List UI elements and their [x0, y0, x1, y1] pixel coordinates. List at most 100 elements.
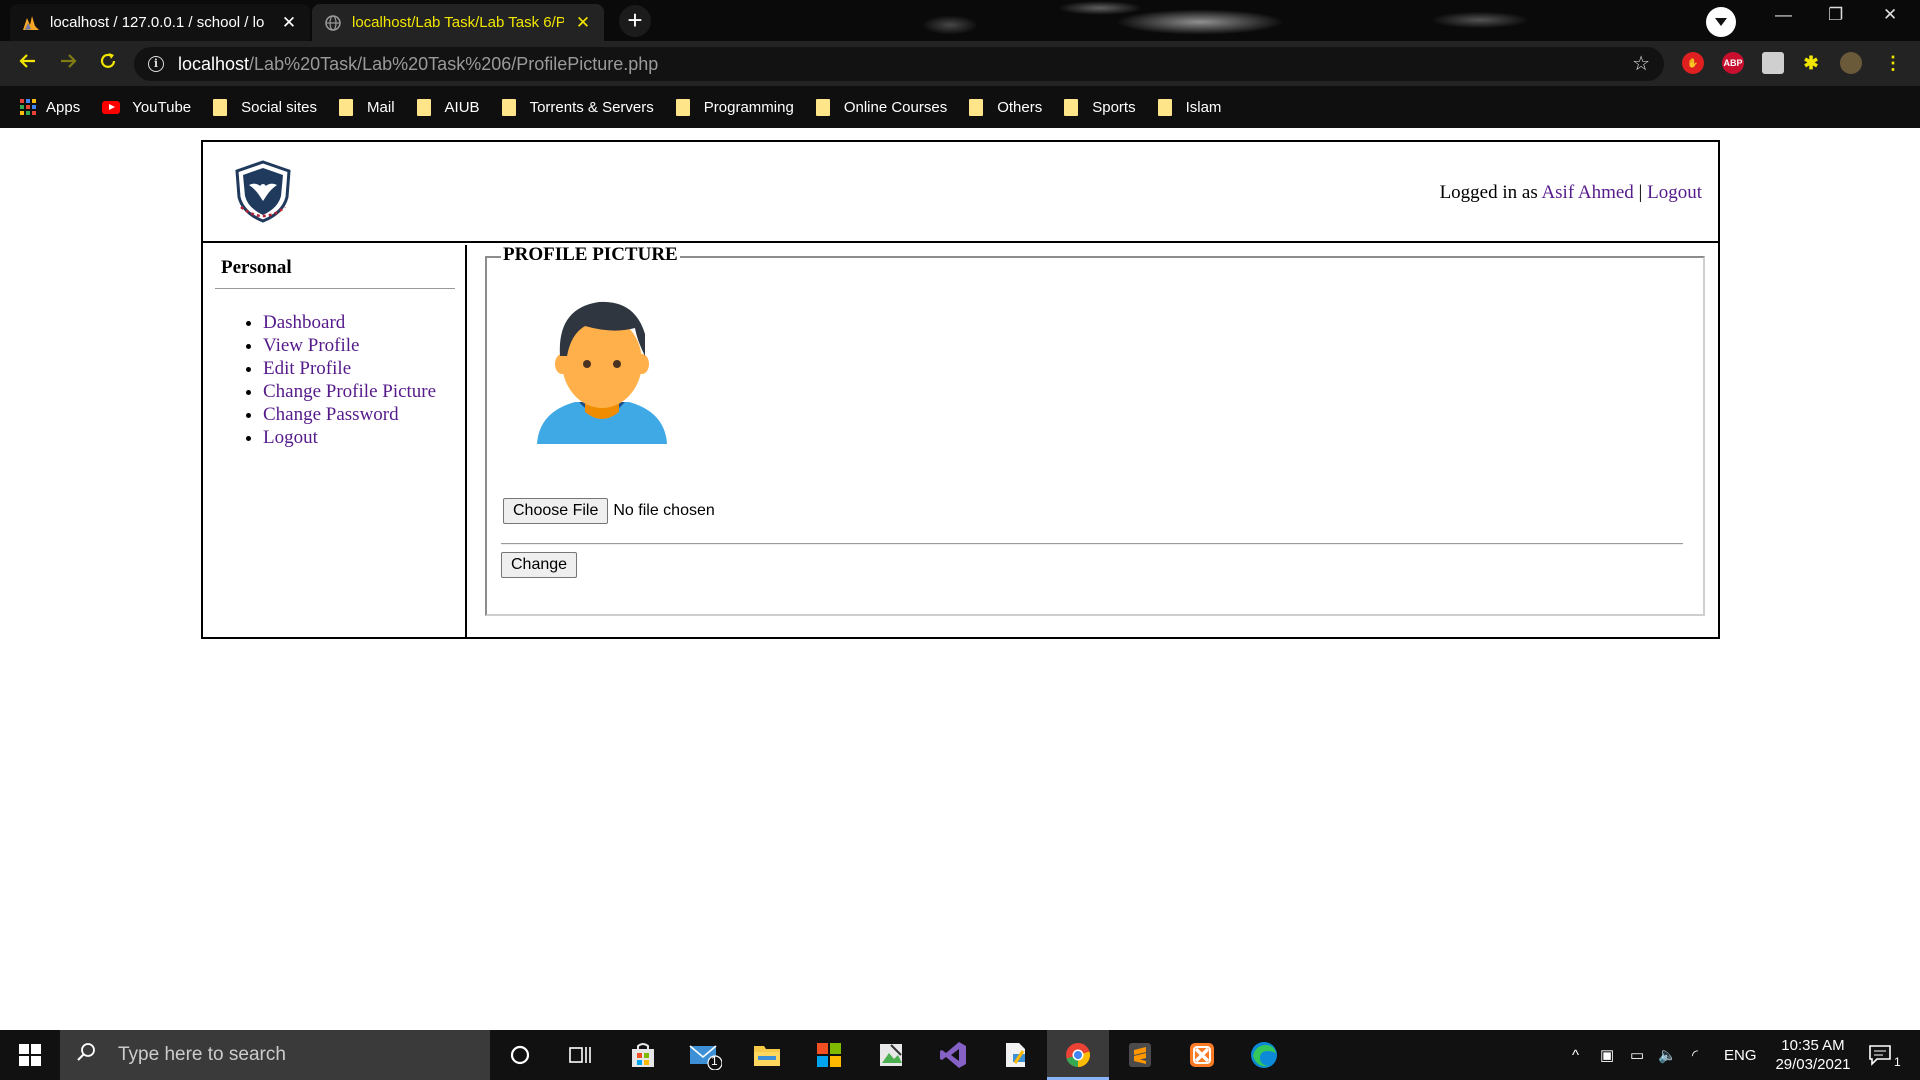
sidebar-link-change-profile-picture[interactable]: Change Profile Picture: [263, 381, 436, 402]
back-icon[interactable]: [14, 50, 42, 78]
bookmark-folder[interactable]: Social sites: [213, 98, 317, 116]
wifi-icon[interactable]: ◜: [1692, 1030, 1698, 1080]
sidebar-title: Personal: [221, 257, 292, 278]
profile-avatar-image: [535, 294, 669, 444]
bookmarks-bar: Apps YouTube Social sites Mail AIUB Torr…: [0, 86, 1920, 128]
cortana-icon[interactable]: [489, 1030, 551, 1080]
bookmark-folder[interactable]: Others: [969, 98, 1042, 116]
url-text: localhost/Lab%20Task/Lab%20Task%206/Prof…: [178, 53, 659, 74]
youtube-icon: [102, 100, 121, 114]
minimize-icon[interactable]: —: [1775, 5, 1792, 25]
info-icon[interactable]: i: [148, 56, 164, 72]
close-window-icon[interactable]: ✕: [1883, 5, 1897, 25]
folder-icon: [213, 98, 228, 116]
system-clock[interactable]: 10:35 AM 29/03/2021: [1758, 1036, 1868, 1074]
tab-profile-picture[interactable]: localhost/Lab Task/Lab Task 6/Pro ✕: [312, 4, 604, 41]
photo-editor-icon[interactable]: [860, 1030, 922, 1080]
sidebar-item-edit-profile: Edit Profile: [263, 357, 436, 380]
office-tiles-icon[interactable]: [798, 1030, 860, 1080]
browser-titlebar: localhost / 127.0.0.1 / school / lo ✕ lo…: [0, 0, 1920, 41]
edge-icon[interactable]: [1233, 1030, 1295, 1080]
bookmark-folder[interactable]: Sports: [1064, 98, 1136, 116]
clock-time: 10:35 AM: [1781, 1037, 1845, 1054]
forward-icon[interactable]: [54, 50, 82, 78]
task-view-icon[interactable]: [549, 1030, 611, 1080]
sidebar-menu: Dashboard View Profile Edit Profile Chan…: [263, 311, 436, 449]
user-avatar-icon[interactable]: [1840, 52, 1862, 74]
sidebar-divider: [215, 288, 455, 289]
header-logout-link[interactable]: Logout: [1647, 182, 1702, 203]
choose-file-button[interactable]: Choose File: [503, 498, 609, 524]
xampp-icon[interactable]: [1171, 1030, 1233, 1080]
search-icon: [76, 1042, 106, 1068]
language-indicator[interactable]: ENG: [1724, 1030, 1757, 1080]
page-header: Logged in as Asif Ahmed | Logout: [203, 142, 1718, 243]
network-adapter-icon[interactable]: ▣: [1600, 1030, 1614, 1080]
bookmark-youtube[interactable]: YouTube: [102, 99, 191, 116]
sublime-text-icon[interactable]: [1109, 1030, 1171, 1080]
file-explorer-icon[interactable]: [736, 1030, 798, 1080]
sidebar-link-dashboard[interactable]: Dashboard: [263, 312, 345, 333]
close-icon[interactable]: ✕: [280, 13, 298, 33]
school-logo-icon: [231, 159, 295, 225]
folder-icon: [675, 98, 690, 116]
tray-chevron-icon[interactable]: ^: [1572, 1030, 1579, 1080]
new-tab-button[interactable]: +: [619, 5, 651, 37]
visual-studio-icon[interactable]: [922, 1030, 984, 1080]
puzzle-icon[interactable]: ✱: [1800, 52, 1822, 74]
taskbar-search-box[interactable]: Type here to search: [60, 1030, 490, 1080]
file-upload-row: Choose File No file chosen: [503, 498, 715, 524]
store-icon[interactable]: [612, 1030, 674, 1080]
volume-icon[interactable]: 🔈: [1658, 1030, 1677, 1080]
folder-icon: [969, 98, 984, 116]
bookmark-folder[interactable]: AIUB: [416, 98, 480, 116]
login-info: Logged in as Asif Ahmed | Logout: [1440, 182, 1702, 204]
bookmark-folder[interactable]: Mail: [339, 98, 395, 116]
folder-icon: [815, 98, 830, 116]
tab-phpmyadmin[interactable]: localhost / 127.0.0.1 / school / lo ✕: [10, 4, 310, 41]
clock-date: 29/03/2021: [1775, 1056, 1851, 1073]
apps-icon: [20, 99, 36, 115]
sidebar-link-change-password[interactable]: Change Password: [263, 404, 399, 425]
user-name-link[interactable]: Asif Ahmed: [1541, 182, 1633, 203]
search-placeholder: Type here to search: [118, 1044, 286, 1065]
profile-icon[interactable]: [1706, 7, 1736, 37]
tab-title: localhost / 127.0.0.1 / school / lo: [50, 14, 265, 31]
extension-icon[interactable]: [1762, 52, 1784, 74]
folder-icon: [1064, 98, 1079, 116]
sidebar-item-change-password: Change Password: [263, 403, 436, 426]
restore-icon[interactable]: ❐: [1828, 5, 1843, 25]
form-divider: [501, 543, 1683, 545]
bookmark-star-icon[interactable]: ☆: [1632, 51, 1650, 76]
notification-icon[interactable]: 1: [1868, 1030, 1901, 1080]
document-editor-icon[interactable]: [984, 1030, 1046, 1080]
bookmark-folder[interactable]: Programming: [675, 98, 794, 116]
bookmark-folder[interactable]: Islam: [1157, 98, 1221, 116]
file-status-text: No file chosen: [613, 502, 715, 519]
sidebar-item-view-profile: View Profile: [263, 334, 436, 357]
separator: |: [1638, 182, 1643, 203]
abp-icon[interactable]: ABP: [1722, 52, 1744, 74]
sidebar: Personal Dashboard View Profile Edit Pro…: [203, 245, 467, 637]
sidebar-item-logout: Logout: [263, 426, 436, 449]
mail-icon[interactable]: 1: [674, 1030, 736, 1080]
sidebar-link-edit-profile[interactable]: Edit Profile: [263, 358, 351, 379]
adblock-icon[interactable]: ✋: [1682, 52, 1704, 74]
address-bar[interactable]: i localhost/Lab%20Task/Lab%20Task%206/Pr…: [134, 47, 1664, 81]
reload-icon[interactable]: [94, 50, 122, 78]
battery-icon[interactable]: ▭: [1630, 1030, 1644, 1080]
folder-icon: [339, 98, 354, 116]
bookmark-apps[interactable]: Apps: [20, 99, 80, 116]
folder-icon: [416, 98, 431, 116]
close-icon[interactable]: ✕: [574, 13, 592, 33]
bookmark-folder[interactable]: Torrents & Servers: [501, 98, 654, 116]
windows-start-icon[interactable]: [0, 1030, 60, 1080]
sidebar-link-logout[interactable]: Logout: [263, 427, 318, 448]
change-button[interactable]: Change: [501, 552, 578, 578]
chrome-icon[interactable]: [1047, 1030, 1109, 1080]
sidebar-link-view-profile[interactable]: View Profile: [263, 335, 359, 356]
menu-icon[interactable]: ⋮: [1882, 52, 1904, 74]
folder-icon: [1157, 98, 1172, 116]
bookmark-folder[interactable]: Online Courses: [815, 98, 947, 116]
phpmyadmin-icon: [22, 14, 40, 32]
